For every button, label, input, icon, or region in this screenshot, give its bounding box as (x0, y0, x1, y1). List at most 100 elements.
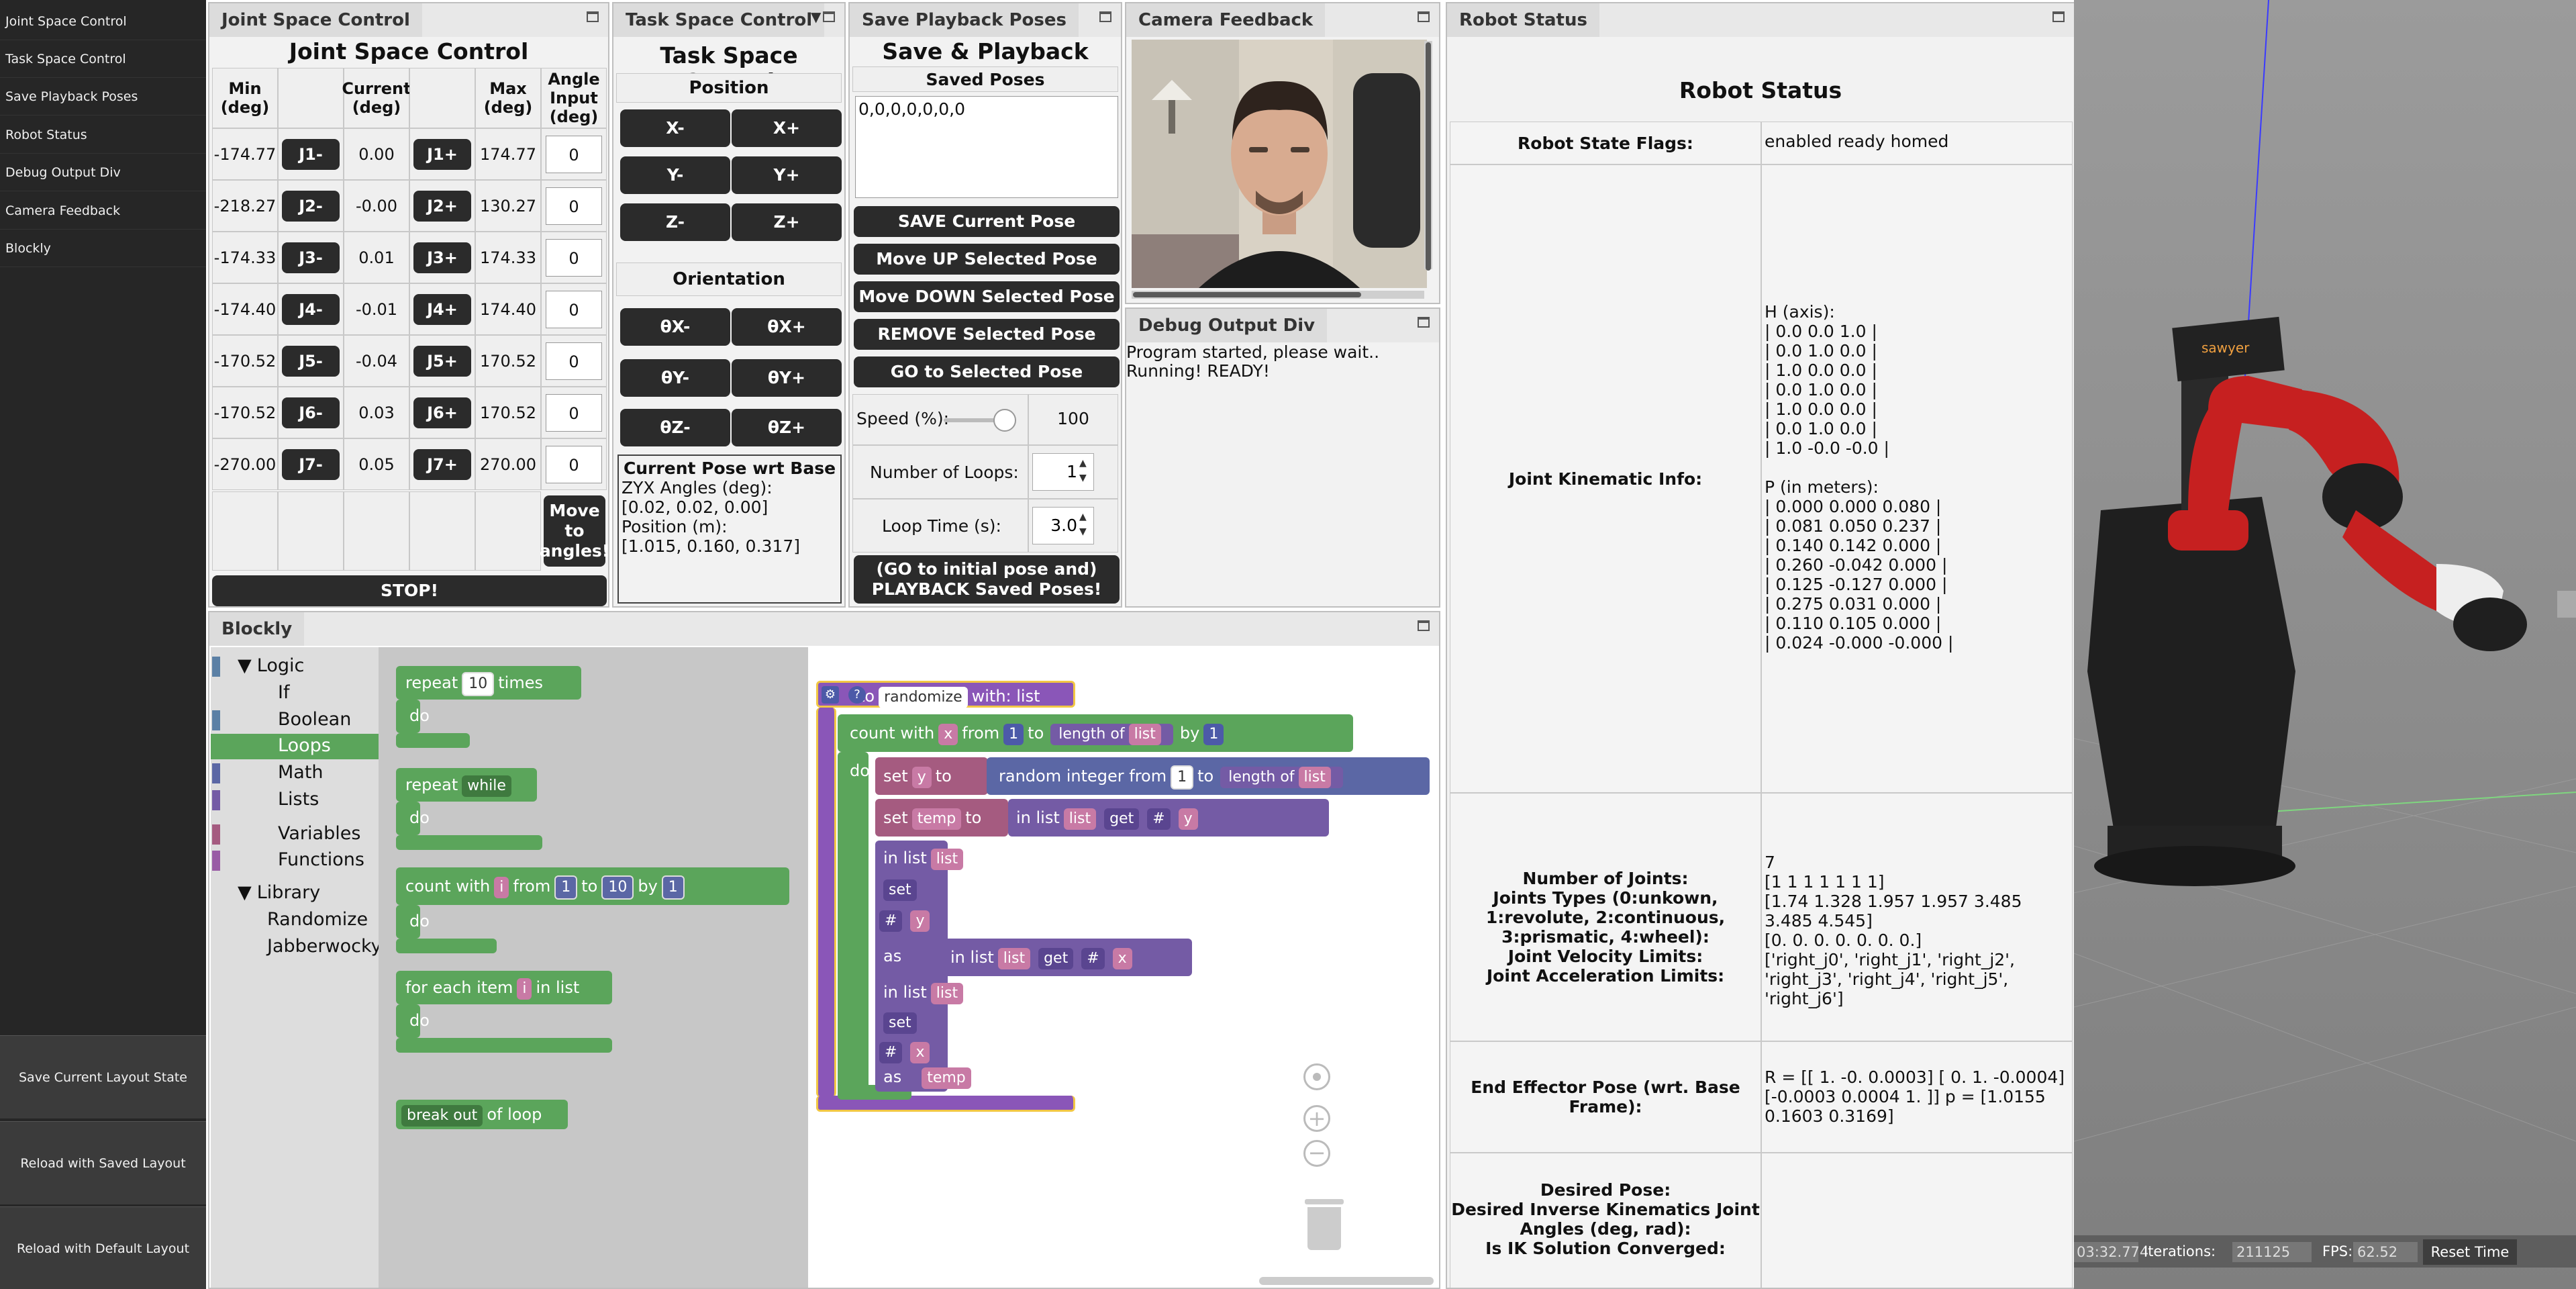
sidebar-item-debug-output[interactable]: Debug Output Div (0, 154, 206, 191)
for-each-block[interactable]: for each item i in list (396, 971, 612, 1004)
joint-1-plus-button[interactable]: J1+ (413, 138, 471, 170)
joint-4-plus-button[interactable]: J4+ (413, 293, 471, 325)
maximize-icon[interactable] (1099, 11, 1111, 22)
save-layout-button[interactable]: Save Current Layout State (0, 1035, 206, 1118)
theta-x-minus-button[interactable]: θX- (620, 308, 730, 346)
loop-time-stepper[interactable]: ▲ ▼ (1079, 510, 1087, 539)
toolbox-category-math[interactable]: Math (211, 761, 379, 786)
joint-4-angle-input[interactable]: 0 (546, 290, 602, 328)
joint-1-angle-input[interactable]: 0 (546, 135, 602, 173)
workspace-scrollbar-h[interactable] (1259, 1277, 1434, 1285)
repeat-times-block[interactable]: repeat 10 times (396, 666, 581, 700)
reload-saved-layout-button[interactable]: Reload with Saved Layout (0, 1121, 206, 1204)
toolbox-category-randomize[interactable]: Randomize (211, 908, 379, 933)
while-dropdown[interactable]: while (462, 775, 511, 797)
joint-7-angle-input[interactable]: 0 (546, 445, 602, 483)
joint-6-angle-input[interactable]: 0 (546, 393, 602, 432)
toolbox-category-logic[interactable]: ▼ Logic (211, 654, 379, 679)
toolbox-category-boolean[interactable]: Boolean (211, 708, 379, 733)
z-minus-button[interactable]: Z- (620, 203, 730, 241)
joint-6-minus-button[interactable]: J6- (282, 397, 340, 428)
joint-7-minus-button[interactable]: J7- (282, 448, 340, 480)
joint-3-angle-input[interactable]: 0 (546, 238, 602, 277)
trash-icon[interactable] (1305, 1199, 1344, 1253)
maximize-icon[interactable] (1418, 11, 1430, 22)
joint-3-plus-button[interactable]: J3+ (413, 242, 471, 273)
move-up-pose-button[interactable]: Move UP Selected Pose (854, 244, 1120, 275)
toolbox-category-lists[interactable]: Lists (211, 787, 379, 813)
blockly-workspace[interactable]: to randomize with: list ⚙ ? count with x fro… (808, 647, 1439, 1288)
sidebar-item-save-playback[interactable]: Save Playback Poses (0, 78, 206, 115)
save-current-pose-button[interactable]: SAVE Current Pose (854, 206, 1120, 237)
center-icon[interactable] (1303, 1063, 1330, 1090)
joint-5-angle-input[interactable]: 0 (546, 342, 602, 380)
joint-space-tab[interactable]: Joint Space Control (209, 3, 422, 37)
loops-stepper[interactable]: ▲ ▼ (1079, 456, 1087, 485)
set-y-block[interactable]: set y to (875, 757, 988, 795)
maximize-icon[interactable] (587, 11, 599, 22)
reload-default-layout-button[interactable]: Reload with Default Layout (0, 1206, 206, 1289)
set-temp-block[interactable]: set temp to (875, 799, 1008, 837)
move-to-angles-button[interactable]: Move to angles! (540, 495, 608, 567)
maximize-icon[interactable] (1418, 317, 1430, 328)
simulator-view[interactable]: sawyer 03:32.774 Iterations: 211125 FPS:… (2074, 0, 2576, 1289)
z-plus-button[interactable]: Z+ (732, 203, 842, 241)
stop-button[interactable]: STOP! (212, 575, 607, 606)
task-space-tab[interactable]: Task Space Control (613, 3, 825, 37)
expand-arrow-icon[interactable]: ▼ (238, 882, 252, 903)
help-icon[interactable]: ? (848, 686, 866, 704)
repeat-while-block[interactable]: repeat while (396, 768, 537, 802)
toolbox-category-functions[interactable]: Functions (211, 848, 379, 873)
gear-icon[interactable]: ⚙ (822, 686, 839, 704)
joint-4-minus-button[interactable]: J4- (282, 293, 340, 325)
camera-scrollbar-h[interactable] (1132, 291, 1424, 299)
debug-tab[interactable]: Debug Output Div (1126, 309, 1328, 342)
camera-tab[interactable]: Camera Feedback (1126, 3, 1326, 37)
var-i[interactable]: i (494, 877, 509, 898)
joint-7-plus-button[interactable]: J7+ (413, 448, 471, 480)
toolbox-category-library[interactable]: ▼ Library (211, 881, 379, 906)
go-to-pose-button[interactable]: GO to Selected Pose (854, 356, 1120, 387)
joint-6-plus-button[interactable]: J6+ (413, 397, 471, 428)
toolbox-category-jabberwocky[interactable]: Jabberwocky (211, 935, 382, 960)
theta-x-plus-button[interactable]: θX+ (732, 308, 842, 346)
random-integer-block[interactable]: random integer from 1 to length of list (987, 757, 1430, 795)
expand-arrow-icon[interactable]: ▼ (238, 655, 252, 676)
maximize-icon[interactable] (823, 11, 835, 22)
in-list-get-block-2[interactable]: in list list get # x (942, 939, 1192, 976)
sidebar-item-joint-space[interactable]: Joint Space Control (0, 3, 206, 40)
sidebar-item-robot-status[interactable]: Robot Status (0, 116, 206, 154)
joint-2-minus-button[interactable]: J2- (282, 190, 340, 222)
joint-5-minus-button[interactable]: J5- (282, 345, 340, 377)
theta-z-plus-button[interactable]: θZ+ (732, 409, 842, 446)
joint-3-minus-button[interactable]: J3- (282, 242, 340, 273)
theta-y-minus-button[interactable]: θY- (620, 359, 730, 397)
zoom-in-icon[interactable]: + (1303, 1105, 1330, 1132)
break-out-block[interactable]: break out of loop (396, 1100, 568, 1129)
reset-time-button[interactable]: Reset Time (2423, 1239, 2517, 1265)
count-with-x-block[interactable]: count with x from 1 to length of list by 1 (838, 714, 1353, 752)
repeat-count[interactable]: 10 (462, 672, 495, 696)
move-down-pose-button[interactable]: Move DOWN Selected Pose (854, 281, 1120, 312)
maximize-icon[interactable] (1418, 620, 1430, 631)
playback-button[interactable]: (GO to initial pose and) PLAYBACK Saved … (854, 555, 1120, 604)
joint-5-plus-button[interactable]: J5+ (413, 345, 471, 377)
theta-z-minus-button[interactable]: θZ- (620, 409, 730, 446)
toolbox-category-if[interactable]: If (211, 681, 379, 706)
joint-2-angle-input[interactable]: 0 (546, 187, 602, 225)
remove-pose-button[interactable]: REMOVE Selected Pose (854, 319, 1120, 350)
toolbox-category-loops[interactable]: Loops (211, 734, 379, 759)
count-with-block[interactable]: count with i from 1 to 10 by 1 (396, 867, 789, 905)
speed-slider-thumb[interactable] (993, 409, 1016, 432)
blockly-tab[interactable]: Blockly (209, 612, 305, 646)
function-name-field[interactable]: randomize (879, 687, 968, 708)
sidebar-item-task-space[interactable]: Task Space Control (0, 40, 206, 78)
x-minus-button[interactable]: X- (620, 109, 730, 147)
playback-tab[interactable]: Save Playback Poses (850, 3, 1079, 37)
zoom-out-icon[interactable]: − (1303, 1140, 1330, 1167)
dropdown-icon[interactable]: ▼ (811, 9, 821, 25)
camera-scrollbar-v[interactable] (1424, 41, 1432, 271)
saved-poses-list[interactable]: 0,0,0,0,0,0,0 (855, 96, 1118, 198)
joint-2-plus-button[interactable]: J2+ (413, 190, 471, 222)
robot-status-tab[interactable]: Robot Status (1447, 3, 1599, 37)
